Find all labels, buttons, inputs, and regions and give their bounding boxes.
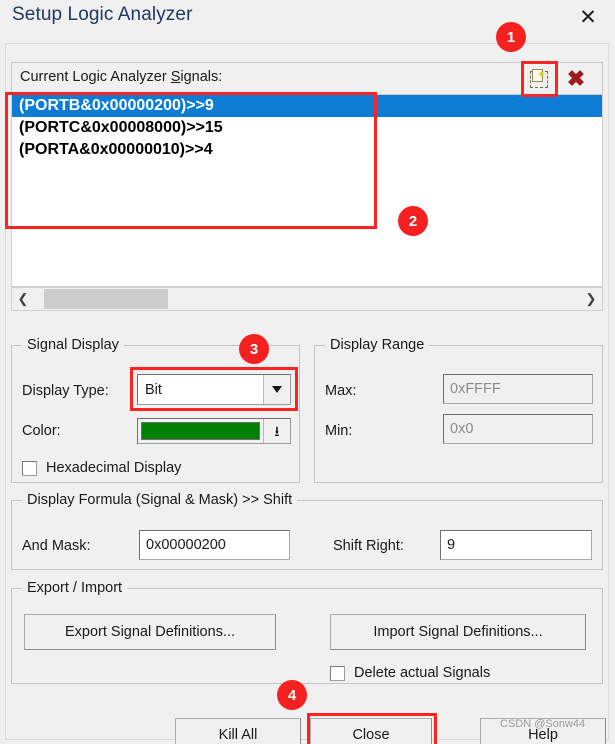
display-range-legend: Display Range <box>325 337 430 353</box>
list-item[interactable]: (PORTA&0x00000010)>>4 <box>12 139 602 161</box>
max-input[interactable]: 0xFFFF <box>443 374 593 404</box>
chevron-down-icon[interactable] <box>263 375 290 404</box>
checkbox-box[interactable] <box>330 665 345 681</box>
delete-actual-signals-checkbox[interactable]: Delete actual Signals <box>330 665 490 681</box>
hexadecimal-display-checkbox[interactable]: Hexadecimal Display <box>22 460 181 476</box>
color-dropdown-icon[interactable]: ⭳ <box>263 419 290 443</box>
and-mask-input[interactable]: 0x00000200 <box>139 530 290 560</box>
signal-display-legend: Signal Display <box>22 337 124 353</box>
setup-logic-analyzer-dialog: Setup Logic Analyzer ✕ Current Logic Ana… <box>0 0 615 744</box>
checkbox-box[interactable] <box>22 460 37 476</box>
window-title: Setup Logic Analyzer <box>12 4 193 25</box>
color-picker[interactable]: ⭳ <box>137 418 291 444</box>
list-item[interactable]: (PORTB&0x00000200)>>9 <box>12 95 602 117</box>
hexadecimal-display-label: Hexadecimal Display <box>46 460 182 476</box>
export-import-legend: Export / Import <box>22 580 128 596</box>
delete-signal-button[interactable]: ✖ <box>562 65 590 92</box>
import-signal-definitions-button[interactable]: Import Signal Definitions... <box>330 614 586 650</box>
close-button[interactable]: Close <box>310 718 432 744</box>
color-swatch <box>141 422 260 440</box>
signals-label-prefix: Current Logic Analyzer <box>20 69 171 85</box>
signal-list-horizontal-scrollbar[interactable]: ❮ ❯ <box>11 287 603 311</box>
chevron-left-icon[interactable]: ❮ <box>12 288 34 310</box>
display-formula-legend: Display Formula (Signal & Mask) >> Shift <box>22 492 298 508</box>
new-signal-icon: ✦ <box>529 69 549 88</box>
display-type-select[interactable]: Bit <box>137 374 291 405</box>
scrollbar-thumb[interactable] <box>44 289 168 309</box>
color-label: Color: <box>22 423 61 439</box>
delete-actual-signals-label: Delete actual Signals <box>354 665 491 681</box>
title-bar: Setup Logic Analyzer ✕ <box>0 0 615 40</box>
close-window-icon[interactable]: ✕ <box>571 2 605 32</box>
new-signal-button[interactable]: ✦ <box>525 65 553 92</box>
display-type-value: Bit <box>145 381 162 398</box>
max-label: Max: <box>325 383 357 399</box>
scrollbar-track[interactable] <box>34 288 580 310</box>
display-type-label: Display Type: <box>22 383 109 399</box>
shift-right-input[interactable]: 9 <box>440 530 592 560</box>
signals-label-suffix: ignals: <box>180 69 223 85</box>
min-input[interactable]: 0x0 <box>443 414 593 444</box>
list-item[interactable]: (PORTC&0x00008000)>>15 <box>12 117 602 139</box>
signals-label-accelerator: S <box>170 69 181 85</box>
kill-all-button[interactable]: Kill All <box>175 718 301 744</box>
and-mask-label: And Mask: <box>22 538 91 554</box>
export-signal-definitions-button[interactable]: Export Signal Definitions... <box>24 614 276 650</box>
chevron-right-icon[interactable]: ❯ <box>580 288 602 310</box>
signal-list[interactable]: (PORTB&0x00000200)>>9 (PORTC&0x00008000)… <box>11 95 603 287</box>
help-button[interactable]: Help <box>480 718 606 744</box>
min-label: Min: <box>325 423 353 439</box>
signals-list-label: Current Logic Analyzer Signals: <box>20 69 222 85</box>
delete-x-icon: ✖ <box>566 65 586 91</box>
shift-right-label: Shift Right: <box>333 538 404 554</box>
